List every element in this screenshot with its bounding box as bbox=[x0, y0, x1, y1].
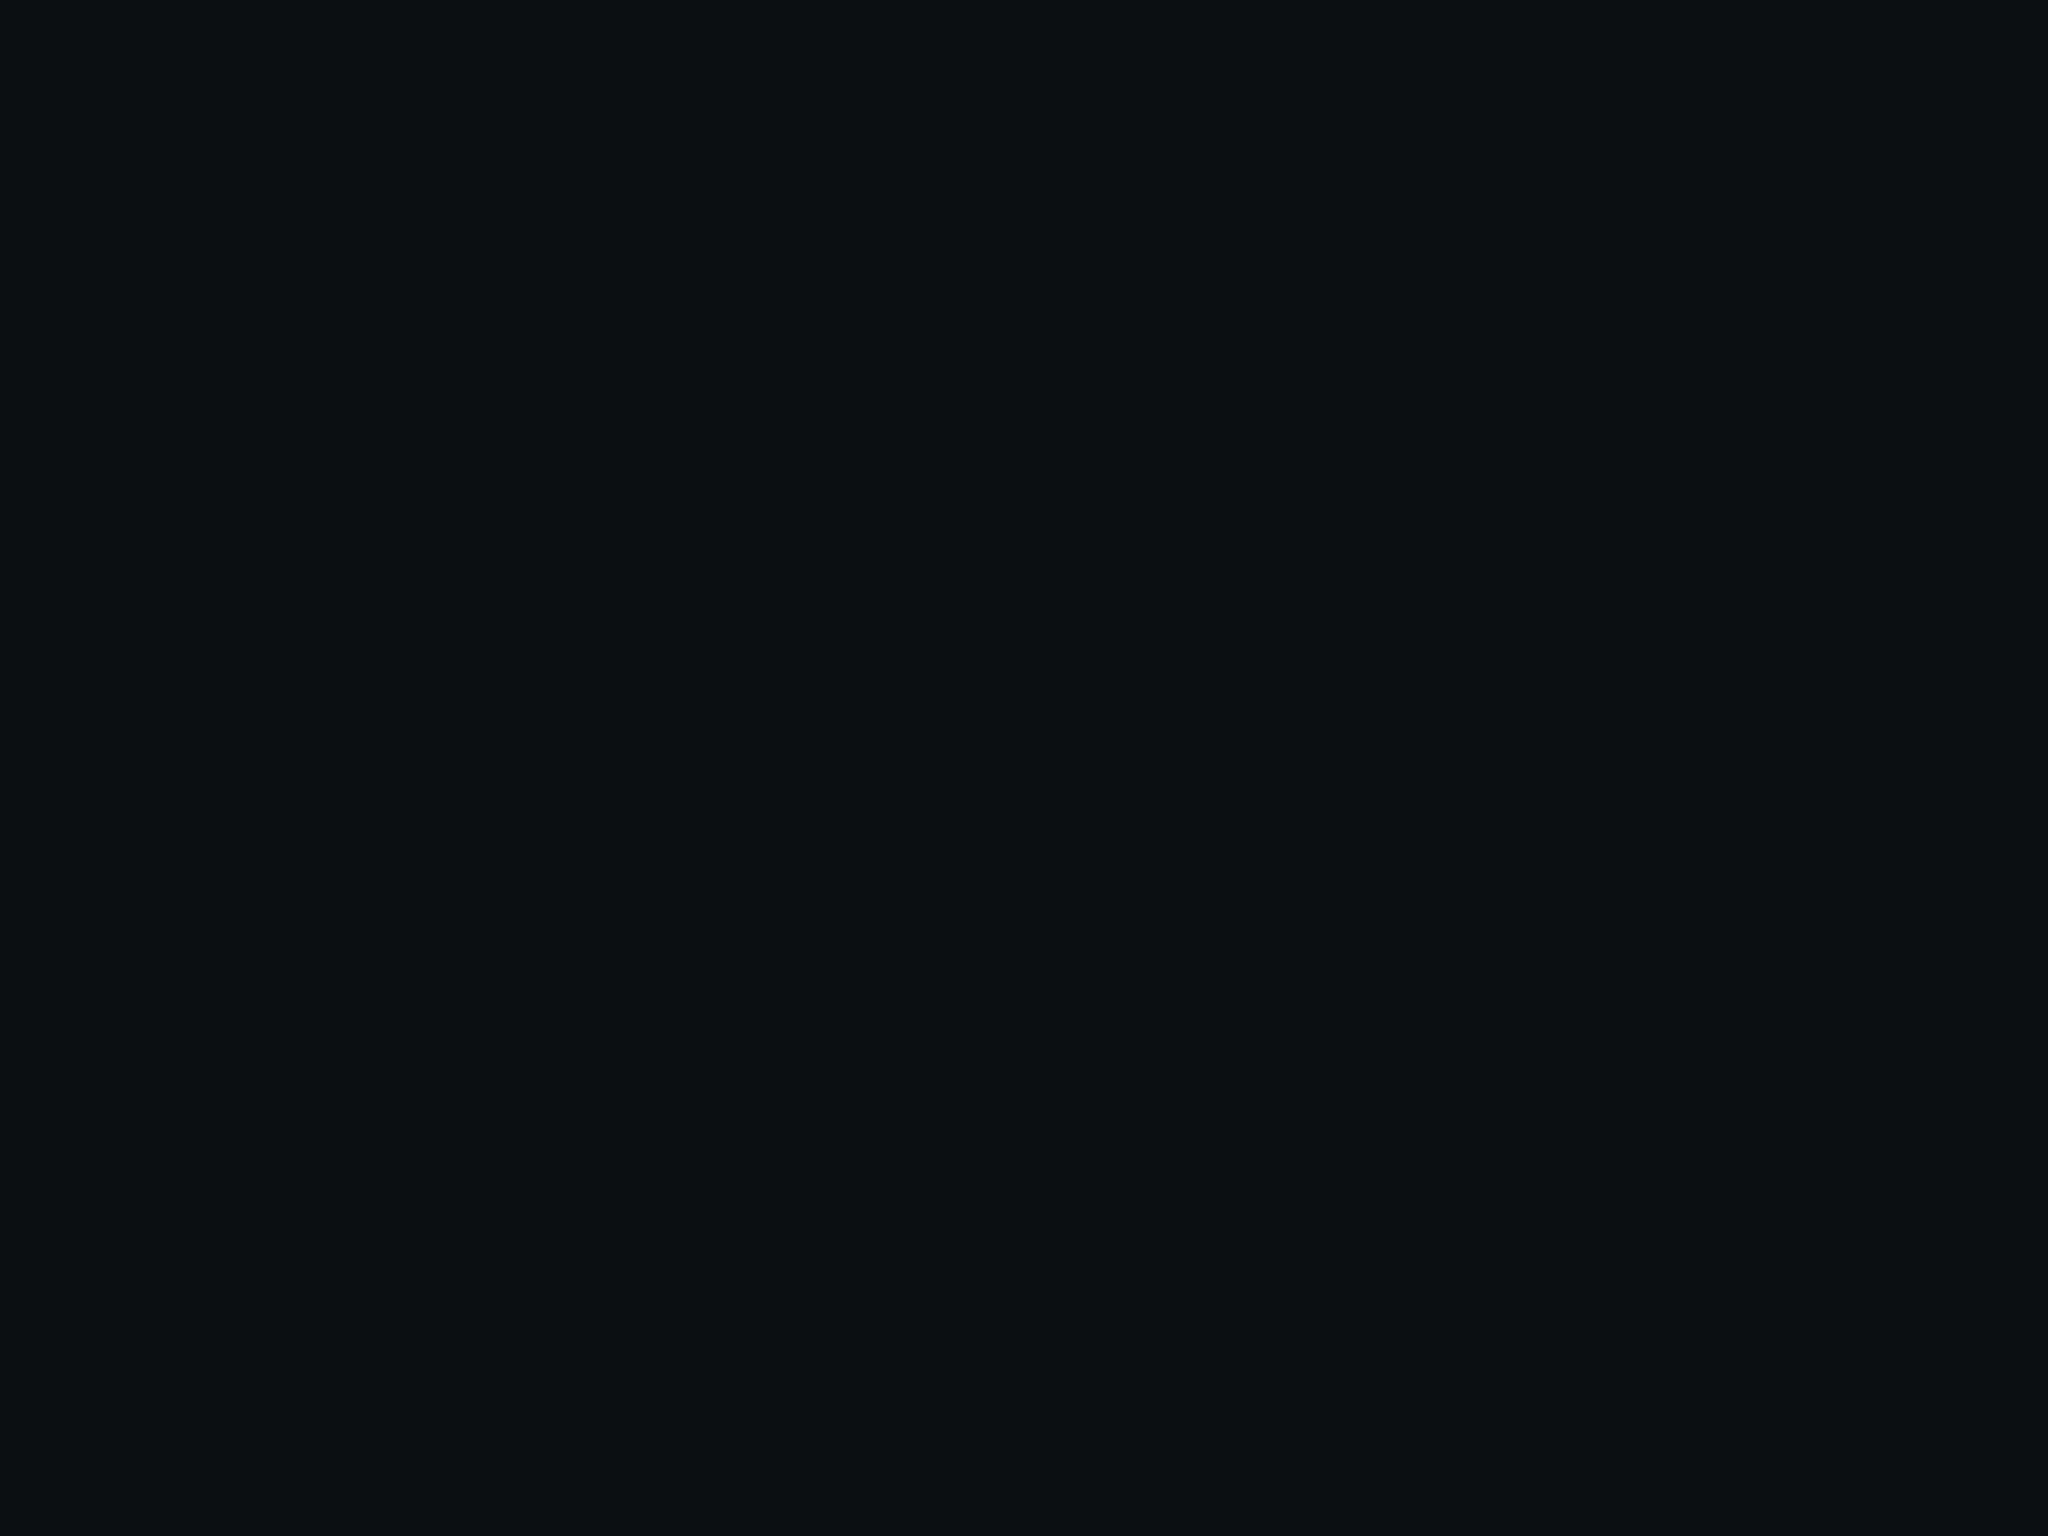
synth-window bbox=[0, 0, 2048, 1536]
